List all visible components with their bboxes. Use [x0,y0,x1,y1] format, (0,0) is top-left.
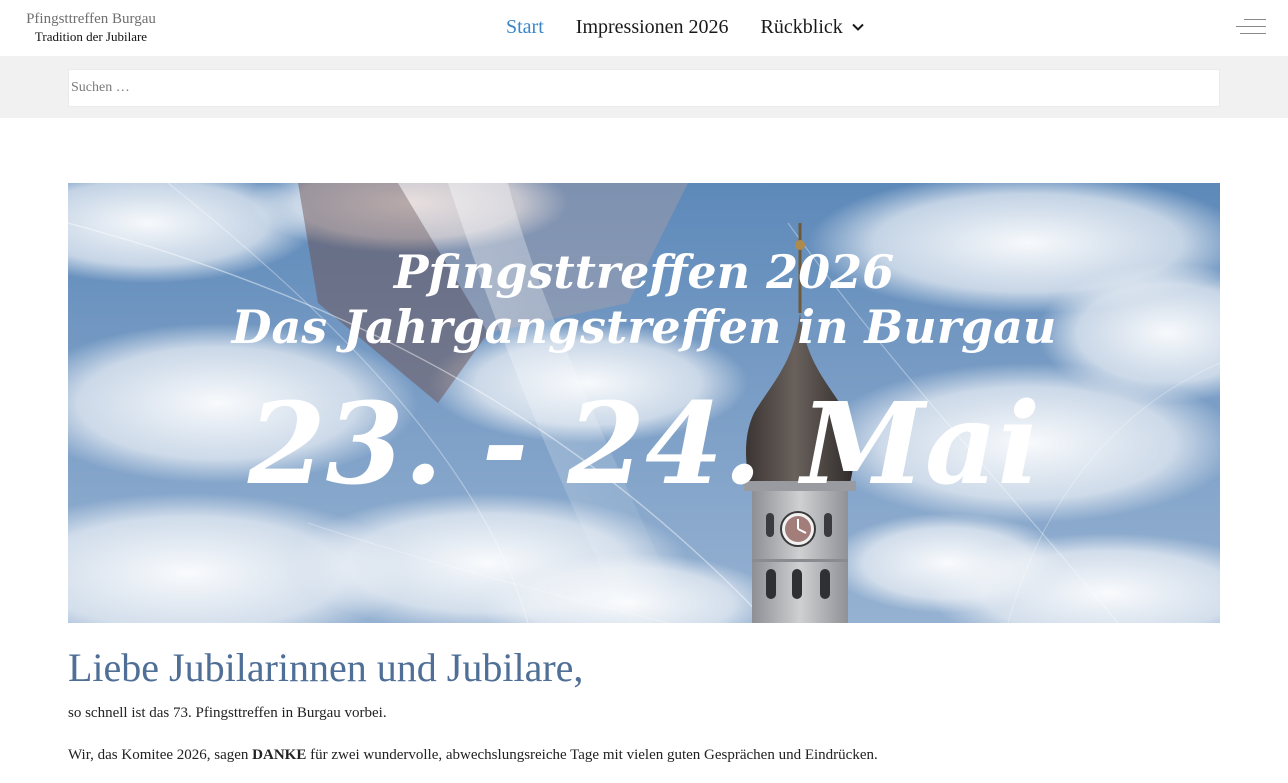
hero-title-line1: Pfingsttreffen 2026 [392,245,894,299]
main-navigation: Start Impressionen 2026 Rückblick [506,14,897,40]
nav-item-rueckblick[interactable]: Rückblick [761,14,865,40]
thanks-paragraph: Wir, das Komitee 2026, sagen DANKE für z… [68,745,878,765]
hero-title-line2: Das Jahrgangstreffen in Burgau [230,300,1057,354]
hero-image: Pfingsttreffen 2026 Das Jahrgangstreffen… [68,183,1220,623]
hero-date: 23. - 24. Mai [247,379,1040,510]
nav-item-impressionen[interactable]: Impressionen 2026 [576,14,729,40]
thanks-text-before: Wir, das Komitee 2026, sagen [68,747,253,763]
site-title[interactable]: Pfingsttreffen Burgau [0,10,182,28]
site-tagline: Tradition der Jubilare [34,29,148,44]
thanks-bold: DANKE [252,747,307,763]
nav-item-start[interactable]: Start [506,14,544,40]
page-heading: Liebe Jubilarinnen und Jubilare, [68,645,584,690]
nav-item-rueckblick-label: Rückblick [760,16,843,38]
site-branding[interactable]: Pfingsttreffen Burgau Tradition der Jubi… [0,10,182,45]
search-input[interactable] [68,69,1220,107]
search-bar [0,56,1288,118]
intro-paragraph: so schnell ist das 73. Pfingsttreffen in… [68,705,387,721]
thanks-text-after: für zwei wundervolle, abwechslungsreiche… [306,747,878,763]
hero-banner: Pfingsttreffen 2026 Das Jahrgangstreffen… [68,183,1220,623]
chevron-down-icon [852,23,864,31]
site-header: Pfingsttreffen Burgau Tradition der Jubi… [0,0,1288,56]
hamburger-menu-icon[interactable] [1236,16,1266,38]
